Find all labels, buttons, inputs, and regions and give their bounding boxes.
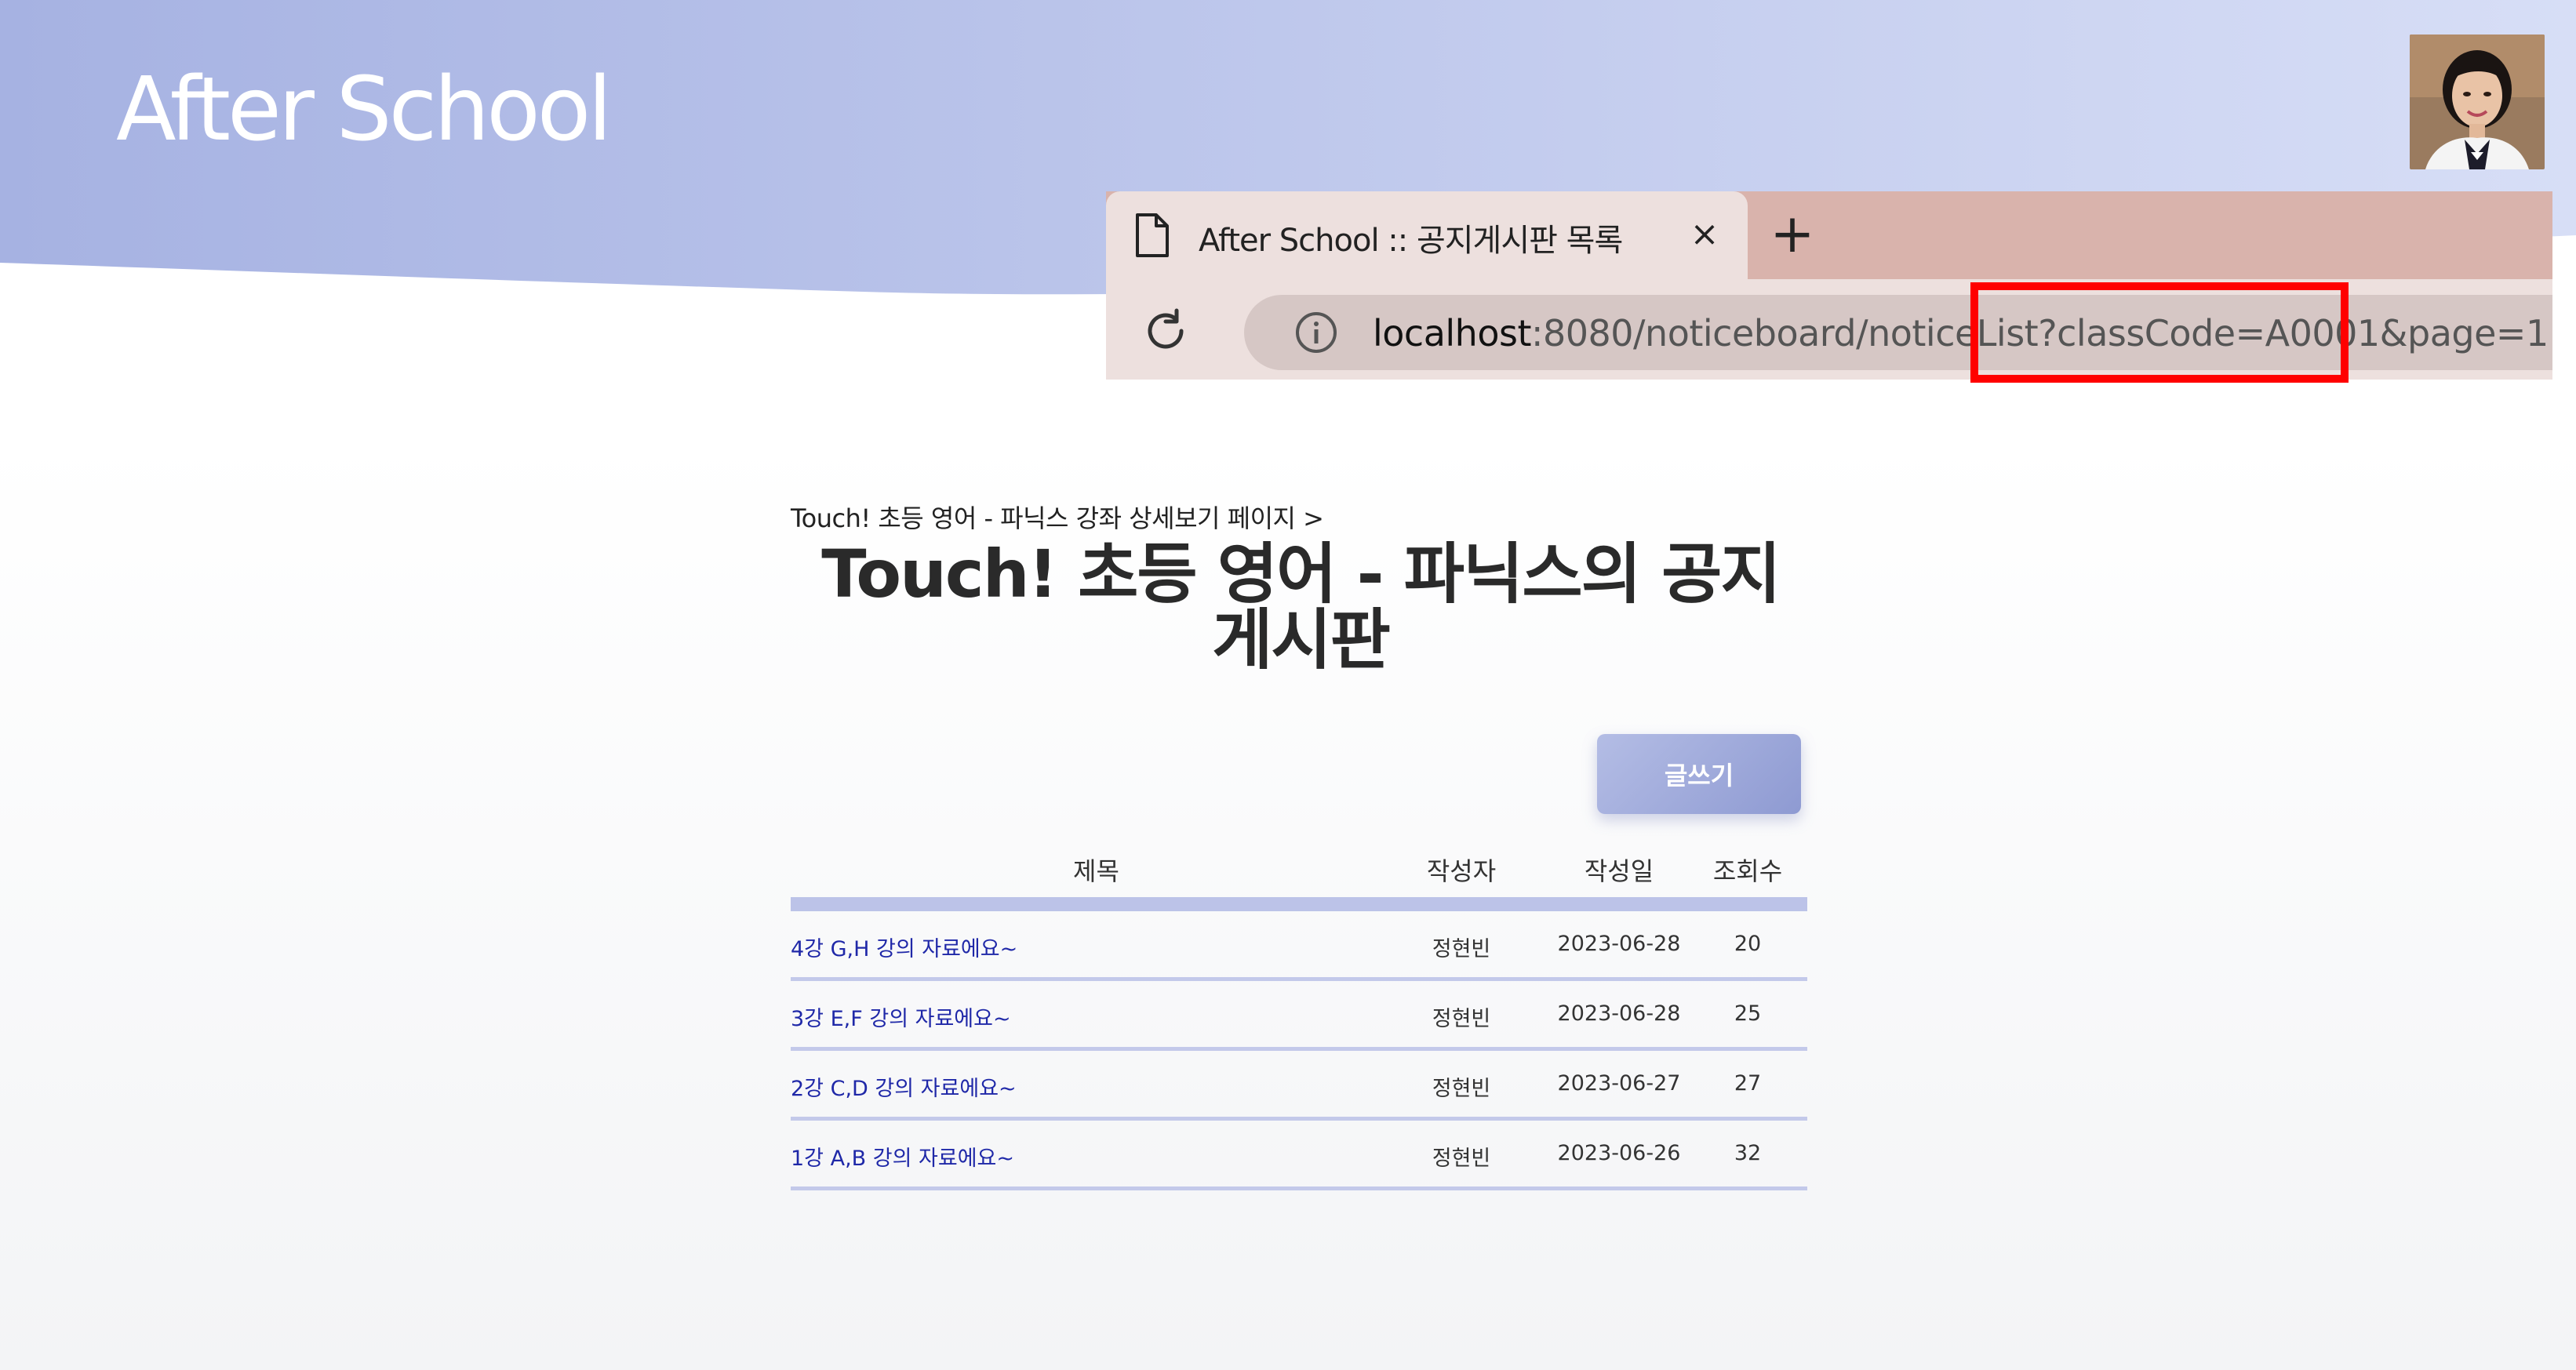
profile-avatar[interactable] [2410,35,2545,169]
post-date: 2023-06-28 [1557,932,1681,956]
post-views: 20 [1734,932,1762,956]
post-views: 32 [1734,1141,1762,1165]
breadcrumb[interactable]: Touch! 초등 영어 - 파닉스 강좌 상세보기 페이지 > [791,499,1324,535]
browser-tab[interactable]: After School :: 공지게시판 목록 × [1106,191,1748,279]
column-header-title: 제목 [1073,856,1119,886]
table-row: 3강 E,F 강의 자료에요~ 정현빈 2023-06-28 25 [791,981,1807,1051]
close-icon[interactable]: × [1685,215,1724,254]
column-header-writer: 작성자 [1426,856,1497,886]
notice-board-table: 제목 작성자 작성일 조회수 4강 G,H 강의 자료에요~ 정현빈 2023-… [791,844,1807,1190]
column-header-views: 조회수 [1712,856,1783,886]
table-row: 1강 A,B 강의 자료에요~ 정현빈 2023-06-26 32 [791,1121,1807,1190]
post-writer: 정현빈 [1432,1007,1491,1031]
tab-title: After School :: 공지게시판 목록 [1199,223,1623,259]
post-views: 25 [1734,1001,1762,1026]
post-date: 2023-06-27 [1557,1071,1681,1096]
new-tab-button[interactable]: + [1766,208,1818,261]
post-writer: 정현빈 [1432,1077,1491,1101]
post-title-link[interactable]: 3강 E,F 강의 자료에요~ [791,1001,1011,1032]
url-text: localhost:8080/noticeboard/noticeList?cl… [1373,312,2549,354]
post-date: 2023-06-26 [1557,1141,1681,1165]
header-divider [791,897,1807,911]
info-icon[interactable] [1294,311,1338,354]
post-writer: 정현빈 [1432,937,1491,961]
post-title-link[interactable]: 1강 A,B 강의 자료에요~ [791,1141,1014,1172]
reload-icon[interactable] [1141,306,1191,356]
post-date: 2023-06-28 [1557,1001,1681,1026]
avatar-photo [2410,35,2545,169]
url-host: localhost [1373,312,1531,354]
tab-strip: After School :: 공지게시판 목록 × + [1106,191,2552,279]
post-title-link[interactable]: 4강 G,H 강의 자료에요~ [791,932,1017,962]
table-row: 2강 C,D 강의 자료에요~ 정현빈 2023-06-27 27 [791,1051,1807,1121]
table-row: 4강 G,H 강의 자료에요~ 정현빈 2023-06-28 20 [791,911,1807,981]
url-highlight-box [1970,282,2349,383]
post-writer: 정현빈 [1432,1147,1491,1171]
site-title[interactable]: After School [116,66,612,154]
column-header-date: 작성일 [1584,856,1654,886]
document-icon [1136,213,1169,257]
page-title: Touch! 초등 영어 - 파닉스의 공지 게시판 [821,536,1781,678]
table-header: 제목 작성자 작성일 조회수 [791,844,1807,897]
post-title-link[interactable]: 2강 C,D 강의 자료에요~ [791,1071,1017,1102]
write-post-button[interactable]: 글쓰기 [1597,734,1801,814]
post-views: 27 [1734,1071,1762,1096]
url-field[interactable]: localhost:8080/noticeboard/noticeList?cl… [1244,295,2552,370]
